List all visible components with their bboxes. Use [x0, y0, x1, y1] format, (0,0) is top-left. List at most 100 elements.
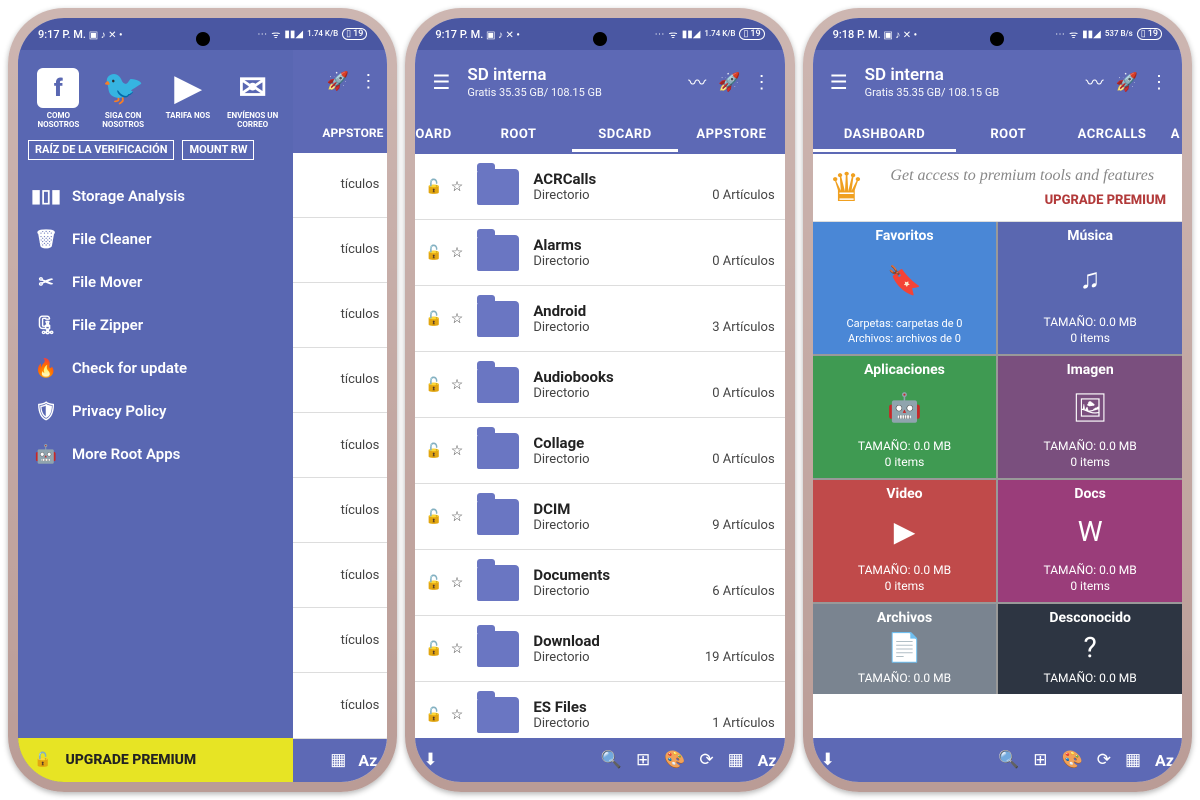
- tab-acrcalls[interactable]: ACRCALLS: [1060, 117, 1164, 152]
- overflow-icon[interactable]: ⋮: [753, 72, 771, 93]
- folder-row[interactable]: 🔓☆ES FilesDirectorio1 Artículos: [415, 682, 784, 738]
- overflow-icon[interactable]: ⋮: [359, 71, 377, 92]
- folder-row[interactable]: 🔓☆DocumentsDirectorio6 Artículos: [415, 550, 784, 616]
- tile-imagen[interactable]: Imagen 🖼 TAMAÑO: 0.0 MB0 items: [998, 356, 1182, 478]
- rocket-icon[interactable]: 🚀: [1116, 72, 1138, 93]
- check-root-button[interactable]: RAÍZ DE LA VERIFICACIÓN: [28, 140, 174, 160]
- tile-desconocido[interactable]: Desconocido ? TAMAÑO: 0.0 MB: [998, 604, 1182, 694]
- folder-row[interactable]: 🔓☆DCIMDirectorio9 Artículos: [415, 484, 784, 550]
- tile-video[interactable]: Video ▶ TAMAÑO: 0.0 MB0 items: [813, 480, 997, 602]
- squiggle-icon[interactable]: 〰: [688, 69, 706, 95]
- lock-icon[interactable]: 🔓: [425, 509, 442, 525]
- download-icon[interactable]: ⬇: [423, 750, 437, 770]
- lock-icon[interactable]: 🔓: [425, 245, 442, 261]
- lock-icon[interactable]: 🔓: [425, 311, 442, 327]
- folder-row[interactable]: 🔓☆CollageDirectorio0 Artículos: [415, 418, 784, 484]
- palette-icon[interactable]: 🎨: [1062, 750, 1083, 770]
- trash-icon: 🗑: [34, 229, 58, 250]
- window-icon[interactable]: ▦: [728, 750, 744, 770]
- window-icon[interactable]: ▦: [1125, 750, 1141, 770]
- new-folder-icon[interactable]: ⊞: [636, 750, 650, 770]
- star-icon[interactable]: ☆: [451, 311, 464, 327]
- overflow-icon[interactable]: ⋮: [1150, 72, 1168, 93]
- star-icon[interactable]: ☆: [451, 179, 464, 195]
- menu-file-zipper[interactable]: 🗜File Zipper: [28, 307, 283, 344]
- drawer-menu: ▮▯▮Storage Analysis 🗑File Cleaner ✂File …: [28, 174, 283, 738]
- tab-appstore[interactable]: A: [1164, 117, 1182, 152]
- star-icon[interactable]: ☆: [451, 509, 464, 525]
- tile-musica[interactable]: Música ♫ TAMAÑO: 0.0 MB0 items: [998, 222, 1182, 354]
- sort-az-button[interactable]: Az: [358, 751, 377, 770]
- star-icon[interactable]: ☆: [451, 707, 464, 723]
- social-playstore[interactable]: ▶ TARIFA NOS: [158, 68, 219, 130]
- folder-icon: [477, 367, 519, 403]
- tab-root[interactable]: ROOT: [956, 117, 1060, 152]
- folder-row[interactable]: 🔓☆ACRCallsDirectorio0 Artículos: [415, 154, 784, 220]
- word-icon: W: [1078, 515, 1103, 548]
- download-icon[interactable]: ⬇: [821, 750, 835, 770]
- premium-promo[interactable]: ♛ Get access to premium tools and featur…: [813, 154, 1182, 222]
- rocket-icon[interactable]: 🚀: [327, 71, 349, 92]
- tab-dashboard[interactable]: OARD: [415, 117, 465, 152]
- lock-icon[interactable]: 🔓: [425, 443, 442, 459]
- tile-favoritos[interactable]: Favoritos 🔖 Carpetas: carpetas de 0Archi…: [813, 222, 997, 354]
- tab-appstore[interactable]: APPSTORE: [678, 117, 784, 152]
- star-icon[interactable]: ☆: [451, 641, 464, 657]
- new-folder-icon[interactable]: ⊞: [1033, 750, 1047, 770]
- refresh-icon[interactable]: ⟳: [1097, 750, 1111, 770]
- folder-row[interactable]: 🔓☆AlarmsDirectorio0 Artículos: [415, 220, 784, 286]
- menu-file-cleaner[interactable]: 🗑File Cleaner: [28, 221, 283, 258]
- tab-dashboard[interactable]: DASHBOARD: [813, 117, 957, 152]
- tab-appstore-peek[interactable]: APPSTORE: [322, 126, 383, 140]
- squiggle-icon[interactable]: 〰: [1086, 69, 1104, 95]
- tile-docs[interactable]: Docs W TAMAÑO: 0.0 MB0 items: [998, 480, 1182, 602]
- lock-icon[interactable]: 🔓: [425, 377, 442, 393]
- menu-storage-analysis[interactable]: ▮▯▮Storage Analysis: [28, 178, 283, 215]
- tile-aplicaciones[interactable]: Aplicaciones 🤖 TAMAÑO: 0.0 MB0 items: [813, 356, 997, 478]
- menu-privacy-policy[interactable]: 🛡Privacy Policy: [28, 393, 283, 430]
- lock-icon[interactable]: 🔓: [425, 575, 442, 591]
- social-email[interactable]: ✉ ENVÍENOS UN CORREO: [222, 68, 283, 130]
- flame-icon: 🔥: [34, 358, 58, 379]
- folder-list[interactable]: 🔓☆ACRCallsDirectorio0 Artículos🔓☆AlarmsD…: [415, 154, 784, 738]
- star-icon[interactable]: ☆: [451, 245, 464, 261]
- window-icon[interactable]: ▦: [330, 750, 346, 770]
- tab-sdcard[interactable]: SDCARD: [572, 117, 678, 152]
- upgrade-premium-button[interactable]: 🔓 UPGRADE PREMIUM: [18, 738, 293, 782]
- folder-row[interactable]: 🔓☆AudiobooksDirectorio0 Artículos: [415, 352, 784, 418]
- menu-more-root-apps[interactable]: 🤖More Root Apps: [28, 436, 283, 473]
- folder-row[interactable]: 🔓☆AndroidDirectorio3 Artículos: [415, 286, 784, 352]
- folder-icon: [477, 301, 519, 337]
- menu-file-mover[interactable]: ✂File Mover: [28, 264, 283, 301]
- folder-row[interactable]: 🔓☆DownloadDirectorio19 Artículos: [415, 616, 784, 682]
- social-facebook[interactable]: f COMO NOSOTROS: [28, 68, 89, 130]
- promo-upgrade-button[interactable]: UPGRADE PREMIUM: [879, 193, 1166, 208]
- folder-type: Directorio: [533, 188, 589, 203]
- tabs: OARD ROOT SDCARD APPSTORE: [415, 114, 784, 154]
- menu-check-update[interactable]: 🔥Check for update: [28, 350, 283, 387]
- rocket-icon[interactable]: 🚀: [718, 72, 740, 93]
- lock-icon[interactable]: 🔓: [425, 179, 442, 195]
- folder-count: 0 Artículos: [712, 386, 774, 401]
- sort-az-button[interactable]: Az: [1155, 751, 1174, 770]
- sort-az-button[interactable]: Az: [758, 751, 777, 770]
- lock-icon[interactable]: 🔓: [425, 641, 442, 657]
- star-icon[interactable]: ☆: [451, 443, 464, 459]
- mount-rw-button[interactable]: MOUNT RW: [182, 140, 254, 160]
- social-twitter[interactable]: 🐦 SIGA CON NOSOTROS: [93, 68, 154, 130]
- palette-icon[interactable]: 🎨: [664, 750, 685, 770]
- hamburger-icon[interactable]: ☰: [821, 70, 857, 94]
- folder-type: Directorio: [533, 650, 589, 665]
- lock-icon[interactable]: 🔓: [425, 707, 442, 723]
- hamburger-icon[interactable]: ☰: [423, 70, 459, 94]
- camera-hole: [990, 32, 1004, 46]
- search-icon[interactable]: 🔍: [998, 750, 1019, 770]
- tile-archivos[interactable]: Archivos 📄 TAMAÑO: 0.0 MB: [813, 604, 997, 694]
- star-icon[interactable]: ☆: [451, 377, 464, 393]
- folder-type: Directorio: [533, 386, 589, 401]
- search-icon[interactable]: 🔍: [601, 750, 622, 770]
- refresh-icon[interactable]: ⟳: [699, 750, 713, 770]
- folder-type: Directorio: [533, 320, 589, 335]
- star-icon[interactable]: ☆: [451, 575, 464, 591]
- tab-root[interactable]: ROOT: [465, 117, 571, 152]
